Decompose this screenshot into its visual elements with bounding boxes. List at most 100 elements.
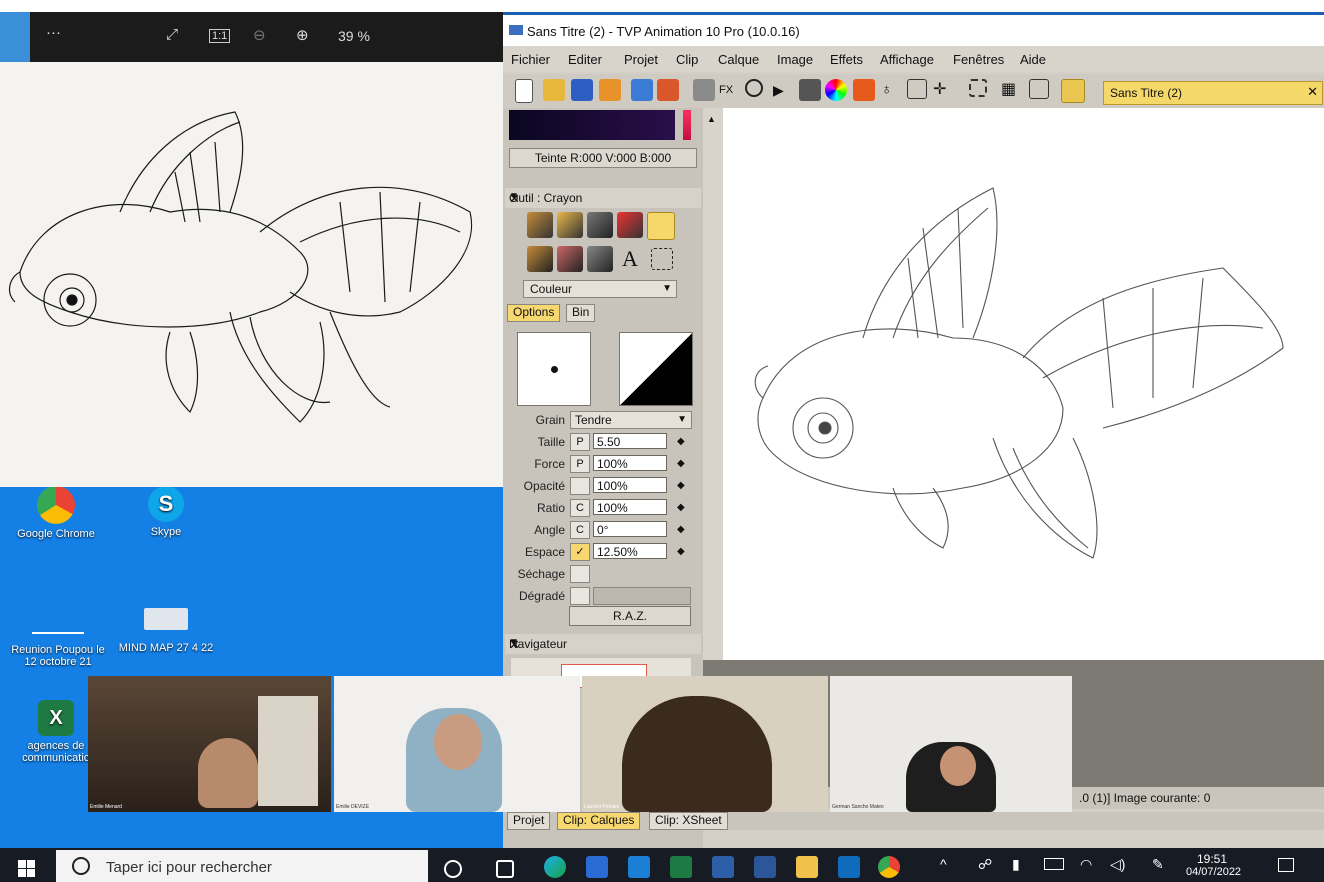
expand-dot-icon[interactable]: ◆ — [677, 458, 685, 469]
close-icon[interactable]: ✕ — [509, 191, 695, 207]
desktop-icon-skype[interactable]: S Skype — [116, 486, 216, 538]
fx-icon[interactable]: FX — [719, 79, 741, 101]
mode-dropdown[interactable]: Couleur ▼ — [523, 280, 677, 298]
undo-icon[interactable] — [631, 79, 653, 101]
selection-icon[interactable] — [969, 79, 987, 97]
menu-clip[interactable]: Clip — [676, 52, 698, 67]
drawing-canvas[interactable] — [723, 108, 1324, 660]
menu-editer[interactable]: Editer — [568, 52, 602, 67]
light-bulb-icon[interactable]: ♁ — [881, 79, 903, 101]
expand-icon[interactable]: ⤢ — [166, 26, 178, 43]
video-tile[interactable]: Laurent Pontani — [582, 676, 828, 812]
more-button[interactable]: ··· — [46, 24, 61, 41]
tab-bin[interactable]: Bin — [566, 304, 596, 322]
gradient-checkbox[interactable] — [570, 587, 590, 605]
outlook-icon[interactable] — [838, 856, 860, 878]
angle-field[interactable]: 0° — [593, 521, 667, 537]
word-icon[interactable] — [754, 856, 776, 878]
expand-dot-icon[interactable]: ◆ — [677, 480, 685, 491]
grid-icon[interactable]: ▦ — [1001, 79, 1023, 101]
save-icon[interactable] — [571, 79, 593, 101]
document-tab[interactable]: Sans Titre (2) ✕ — [1103, 81, 1323, 105]
display-icon[interactable] — [1061, 79, 1085, 103]
grain-dropdown[interactable]: Tendre ▼ — [570, 411, 692, 429]
windows-start-icon[interactable] — [18, 860, 26, 868]
desktop-icon-mindmap[interactable]: MIND MAP 27 4 22 — [116, 608, 216, 654]
text-tool-icon[interactable]: A — [617, 246, 643, 272]
system-clock[interactable]: 19:51 04/07/2022 — [1186, 852, 1241, 878]
expand-dot-icon[interactable]: ◆ — [677, 502, 685, 513]
menu-aide[interactable]: Aide — [1020, 52, 1046, 67]
color-gradient[interactable] — [509, 110, 675, 140]
color-wheel-icon[interactable] — [825, 79, 847, 101]
video-tile[interactable]: Emilie Menard — [88, 676, 331, 812]
wifi-icon[interactable]: ◠ — [1080, 856, 1092, 873]
close-icon[interactable]: ✕ — [509, 637, 695, 653]
crayon-tool-icon[interactable] — [647, 212, 675, 240]
video-tile[interactable]: Emilie DEVIZE — [334, 676, 580, 812]
reset-button[interactable]: R.A.Z. — [569, 606, 691, 626]
spacing-field[interactable]: 12.50% — [593, 543, 667, 559]
frame-icon[interactable] — [907, 79, 927, 99]
scroll-up-icon[interactable]: ▲ — [707, 114, 716, 124]
blend-tool-icon[interactable] — [587, 246, 613, 272]
tab-clip-calques[interactable]: Clip: Calques — [557, 812, 641, 830]
file-explorer-icon[interactable] — [796, 856, 818, 878]
tab-projet[interactable]: Projet — [507, 812, 551, 830]
close-icon[interactable]: ✕ — [1307, 84, 1318, 100]
chevron-up-icon[interactable]: ^ — [940, 856, 947, 872]
new-file-icon[interactable] — [515, 79, 533, 103]
battery-icon[interactable] — [1044, 858, 1064, 870]
ratio-field[interactable]: 100% — [593, 499, 667, 515]
taskbar-search[interactable]: Taper ici pour rechercher — [56, 850, 428, 882]
menu-affichage[interactable]: Affichage — [880, 52, 934, 67]
expand-dot-icon[interactable]: ◆ — [677, 436, 685, 447]
menu-fenetres[interactable]: Fenêtres — [953, 52, 1004, 67]
expand-dot-icon[interactable]: ◆ — [677, 524, 685, 535]
pen-icon[interactable]: ✎ — [1152, 856, 1164, 873]
menu-projet[interactable]: Projet — [624, 52, 658, 67]
desktop-icon-chrome[interactable]: Google Chrome — [6, 486, 106, 540]
volume-icon[interactable]: ◁) — [1110, 856, 1125, 873]
microphone-icon[interactable]: ▮ — [1012, 856, 1020, 873]
mail-icon[interactable] — [628, 856, 650, 878]
color-slider[interactable] — [683, 110, 691, 140]
pencil-tool-icon[interactable] — [557, 212, 583, 238]
drying-checkbox[interactable] — [570, 565, 590, 583]
force-field[interactable]: 100% — [593, 455, 667, 471]
mode-toggle[interactable] — [570, 477, 590, 495]
tab-clip-xsheet[interactable]: Clip: XSheet — [649, 812, 728, 830]
split-view-icon[interactable] — [1029, 79, 1049, 99]
pressure-toggle[interactable]: P — [570, 455, 590, 473]
notifications-icon[interactable] — [1278, 858, 1294, 872]
menu-image[interactable]: Image — [777, 52, 813, 67]
zoom-icon[interactable] — [745, 79, 763, 97]
mode-toggle[interactable]: C — [570, 521, 590, 539]
close-file-icon[interactable] — [599, 79, 621, 101]
expand-dot-icon[interactable]: ◆ — [677, 546, 685, 557]
gradient-slider[interactable] — [593, 587, 691, 605]
menu-effets[interactable]: Effets — [830, 52, 863, 67]
marker-tool-icon[interactable] — [617, 212, 643, 238]
actual-size-button[interactable]: 1:1 — [209, 29, 231, 43]
edge-icon[interactable] — [544, 856, 566, 878]
pen-tool-icon[interactable] — [587, 212, 613, 238]
effect-icon[interactable] — [693, 79, 715, 101]
excel-taskbar-icon[interactable] — [670, 856, 692, 878]
home-tab[interactable] — [0, 12, 30, 62]
layers-icon[interactable] — [799, 79, 821, 101]
selection-tool-icon[interactable] — [651, 248, 673, 270]
brush-tool-icon[interactable] — [527, 212, 553, 238]
network-icon[interactable]: ☍ — [978, 856, 992, 873]
vertical-scrollbar[interactable]: ▲ — [703, 108, 723, 660]
airbrush-tool-icon[interactable] — [557, 246, 583, 272]
menu-fichier[interactable]: Fichier — [511, 52, 550, 67]
menu-calque[interactable]: Calque — [718, 52, 759, 67]
play-icon[interactable]: ▶ — [773, 79, 795, 101]
mode-toggle[interactable]: C — [570, 499, 590, 517]
size-field[interactable]: 5.50 — [593, 433, 667, 449]
redo-icon[interactable] — [657, 79, 679, 101]
chrome-taskbar-icon[interactable] — [878, 856, 900, 878]
store-icon[interactable] — [586, 856, 608, 878]
tvp-taskbar-icon[interactable] — [712, 856, 734, 878]
